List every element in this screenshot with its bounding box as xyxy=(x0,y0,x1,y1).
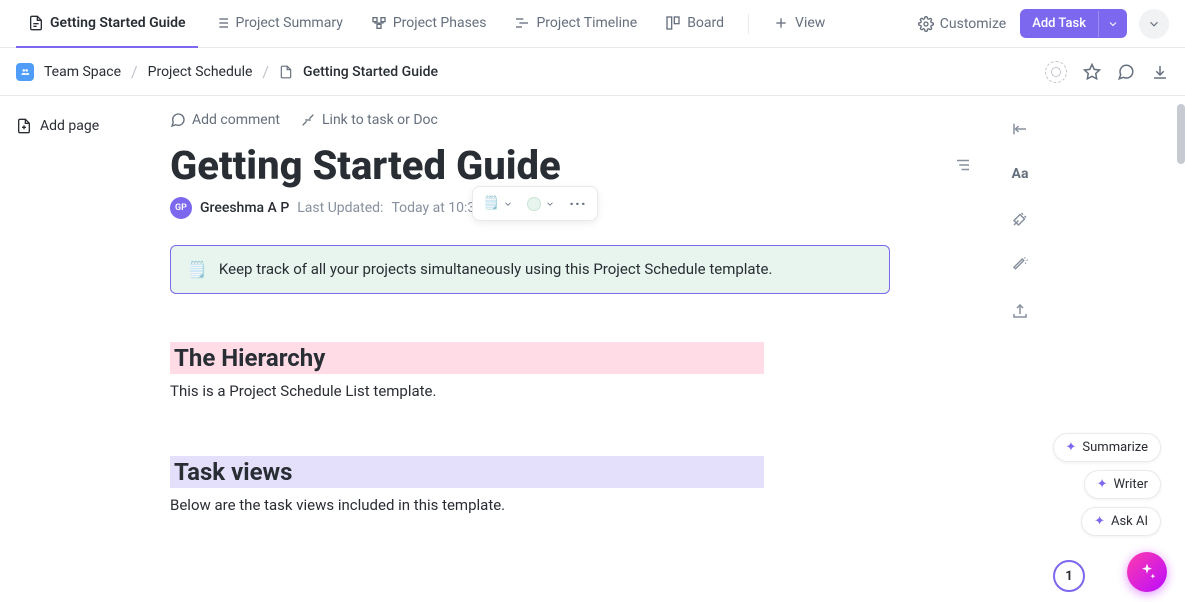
comments-button[interactable] xyxy=(1117,63,1135,81)
comment-icon xyxy=(170,112,186,128)
chip-label: Summarize xyxy=(1082,440,1148,455)
plus-icon xyxy=(773,15,789,31)
add-page-label: Add page xyxy=(40,118,99,134)
sparkle-icon: ✦ xyxy=(1066,440,1077,455)
tab-board[interactable]: Board xyxy=(653,0,736,48)
notepad-emoji: 🗒️ xyxy=(187,260,207,279)
paragraph[interactable]: Below are the task views included in thi… xyxy=(170,496,990,514)
chip-label: Writer xyxy=(1113,477,1148,492)
tab-label: Project Timeline xyxy=(536,15,637,31)
add-task-button[interactable]: Add Task xyxy=(1020,9,1127,38)
breadcrumb-separator: / xyxy=(262,62,269,81)
list-icon xyxy=(214,15,230,31)
add-page-button[interactable]: Add page xyxy=(16,118,154,134)
callout-text[interactable]: Keep track of all your projects simultan… xyxy=(219,260,772,278)
callout-block[interactable]: 🗒️ Keep track of all your projects simul… xyxy=(170,245,890,294)
collapse-rail-button[interactable] xyxy=(1011,120,1029,138)
divider xyxy=(748,14,749,34)
notification-count: 1 xyxy=(1065,569,1072,584)
typography-button[interactable]: Aa xyxy=(1012,166,1029,182)
ai-suggestion-chips: ✦ Summarize ✦ Writer ✦ Ask AI xyxy=(1053,433,1161,536)
summarize-chip[interactable]: ✦ Summarize xyxy=(1053,433,1161,462)
chevron-down-icon xyxy=(503,199,513,209)
author-name[interactable]: Greeshma A P xyxy=(200,200,289,216)
tab-project-summary[interactable]: Project Summary xyxy=(202,0,355,48)
customize-button[interactable]: Customize xyxy=(908,10,1016,38)
tab-label: Project Phases xyxy=(393,15,487,31)
ai-suggest-button[interactable] xyxy=(1011,210,1029,228)
left-sidebar: Add page xyxy=(0,96,170,602)
download-button[interactable] xyxy=(1151,63,1169,81)
space-avatar-icon xyxy=(16,63,34,81)
toolbar-more-button[interactable]: ··· xyxy=(565,192,590,215)
document-area: Add comment Link to task or Doc Getting … xyxy=(170,96,990,602)
sparkle-icon: ✦ xyxy=(1097,477,1108,492)
author-avatar[interactable]: GP xyxy=(170,197,192,219)
link-task-label: Link to task or Doc xyxy=(322,112,438,128)
view-label: View xyxy=(795,15,825,31)
magic-wand-button[interactable] xyxy=(1011,256,1029,274)
add-comment-label: Add comment xyxy=(192,112,280,128)
heading-hierarchy[interactable]: The Hierarchy xyxy=(170,342,764,374)
tab-label: Board xyxy=(687,15,724,31)
tabs-bar: Getting Started Guide Project Summary Pr… xyxy=(0,0,1185,48)
doc-icon xyxy=(28,15,44,31)
board-icon xyxy=(665,15,681,31)
add-view-button[interactable]: View xyxy=(761,0,837,48)
toolbar-emoji-picker[interactable]: 🗒️ xyxy=(479,194,517,213)
toolbar-color-picker[interactable] xyxy=(523,195,559,213)
focus-mode-button[interactable] xyxy=(1045,61,1067,83)
add-comment-button[interactable]: Add comment xyxy=(170,112,280,128)
tab-project-timeline[interactable]: Project Timeline xyxy=(502,0,649,48)
tab-label: Project Summary xyxy=(236,15,343,31)
breadcrumb-space[interactable]: Team Space xyxy=(44,64,121,80)
ai-fab-button[interactable] xyxy=(1127,552,1167,592)
updated-label: Last Updated: xyxy=(297,200,383,216)
sparkle-icon: ✦ xyxy=(1094,514,1105,529)
breadcrumb-bar: Team Space / Project Schedule / Getting … xyxy=(0,48,1185,96)
phases-icon xyxy=(371,15,387,31)
paragraph[interactable]: This is a Project Schedule List template… xyxy=(170,382,990,400)
link-task-button[interactable]: Link to task or Doc xyxy=(300,112,438,128)
share-button[interactable] xyxy=(1011,302,1029,320)
scrollbar[interactable] xyxy=(1177,104,1185,164)
gear-icon xyxy=(918,16,934,32)
tab-project-phases[interactable]: Project Phases xyxy=(359,0,499,48)
link-icon xyxy=(300,112,316,128)
notepad-emoji: 🗒️ xyxy=(483,196,499,211)
add-page-icon xyxy=(16,118,32,134)
ask-ai-chip[interactable]: ✦ Ask AI xyxy=(1081,507,1161,536)
customize-label: Customize xyxy=(940,16,1006,32)
writer-chip[interactable]: ✦ Writer xyxy=(1084,470,1161,499)
doc-icon xyxy=(279,65,293,79)
breadcrumb-doc[interactable]: Getting Started Guide xyxy=(303,64,438,80)
breadcrumb-separator: / xyxy=(131,62,138,81)
outline-button[interactable] xyxy=(954,156,972,174)
notification-badge[interactable]: 1 xyxy=(1053,560,1085,592)
block-toolbar[interactable]: 🗒️ ··· xyxy=(472,186,598,221)
more-menu-button[interactable] xyxy=(1139,9,1169,39)
breadcrumb-list[interactable]: Project Schedule xyxy=(148,64,253,80)
tab-getting-started[interactable]: Getting Started Guide xyxy=(16,0,198,48)
add-task-dropdown[interactable] xyxy=(1098,11,1127,37)
document-title[interactable]: Getting Started Guide xyxy=(170,142,930,189)
timeline-icon xyxy=(514,15,530,31)
tab-label: Getting Started Guide xyxy=(50,15,186,31)
chevron-down-icon xyxy=(545,199,555,209)
add-task-label[interactable]: Add Task xyxy=(1020,9,1098,38)
heading-task-views[interactable]: Task views xyxy=(170,456,764,488)
favorite-button[interactable] xyxy=(1083,63,1101,81)
color-swatch xyxy=(527,197,541,211)
chip-label: Ask AI xyxy=(1111,514,1148,529)
right-rail: Aa xyxy=(990,96,1050,602)
